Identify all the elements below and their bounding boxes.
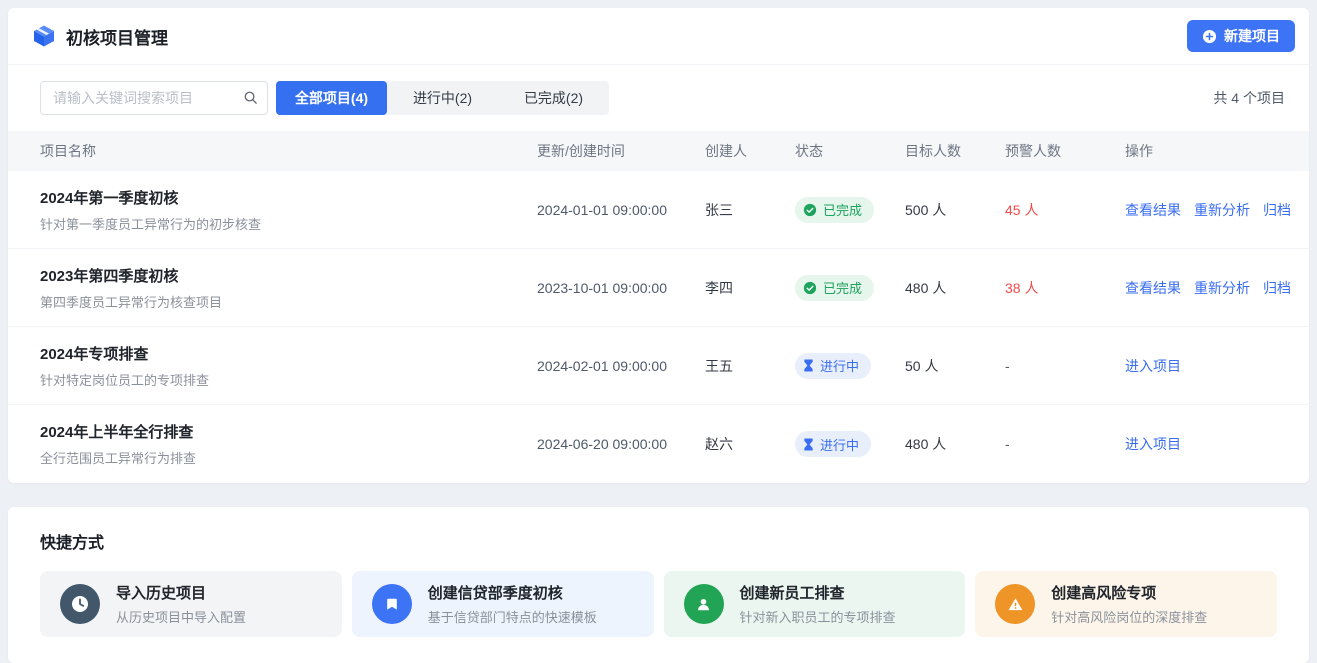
table-row: 2024年专项排查 针对特定岗位员工的专项排查 2024-02-01 09:00…	[8, 327, 1309, 405]
col-warning: 预警人数	[1005, 141, 1125, 161]
col-actions: 操作	[1125, 141, 1287, 161]
warning-count: -	[1005, 436, 1125, 452]
clock-icon	[60, 584, 100, 624]
status-label: 进行中	[820, 356, 859, 375]
shortcut-create-new-employee-check[interactable]: 创建新员工排查 针对新入职员工的专项排查	[664, 571, 966, 637]
action-reanalyze[interactable]: 重新分析	[1194, 278, 1250, 298]
action-view-results[interactable]: 查看结果	[1125, 278, 1181, 298]
new-project-button[interactable]: 新建项目	[1187, 20, 1295, 52]
col-target: 目标人数	[905, 141, 1005, 161]
project-name: 2023年第四季度初核	[40, 265, 537, 286]
shortcuts-panel: 快捷方式 导入历史项目 从历史项目中导入配置 创建信贷部季度初核	[8, 507, 1309, 663]
header-left: 初核项目管理	[32, 24, 168, 49]
project-management-panel: 初核项目管理 新建项目	[8, 8, 1309, 483]
table-row: 2023年第四季度初核 第四季度员工异常行为核查项目 2023-10-01 09…	[8, 249, 1309, 327]
target-count: 50 人	[905, 356, 1005, 376]
shortcut-title: 创建信贷部季度初核	[428, 582, 597, 603]
col-status: 状态	[795, 141, 905, 161]
table-row: 2024年上半年全行排查 全行范围员工异常行为排查 2024-06-20 09:…	[8, 405, 1309, 483]
toolbar: 全部项目(4) 进行中(2) 已完成(2) 共 4 个项目	[8, 65, 1309, 131]
project-creator: 张三	[705, 200, 795, 220]
target-count: 480 人	[905, 278, 1005, 298]
project-name: 2024年专项排查	[40, 343, 537, 364]
filter-tabs: 全部项目(4) 进行中(2) 已完成(2)	[276, 81, 609, 115]
status-badge: 进行中	[795, 353, 871, 379]
col-time: 更新/创建时间	[537, 141, 705, 161]
project-desc: 第四季度员工异常行为核查项目	[40, 292, 537, 311]
table-row: 2024年第一季度初核 针对第一季度员工异常行为的初步核查 2024-01-01…	[8, 171, 1309, 249]
project-creator: 王五	[705, 356, 795, 376]
table-header: 项目名称 更新/创建时间 创建人 状态 目标人数 预警人数 操作	[8, 131, 1309, 171]
shortcut-title: 导入历史项目	[116, 582, 246, 603]
tab-all-projects[interactable]: 全部项目(4)	[276, 81, 387, 115]
search-icon[interactable]	[243, 90, 258, 108]
shortcut-desc: 基于信贷部门特点的快速模板	[428, 607, 597, 626]
shortcut-desc: 针对新入职员工的专项排查	[740, 607, 896, 626]
status-badge: 已完成	[795, 197, 874, 223]
search-input[interactable]	[40, 81, 268, 115]
project-creator: 赵六	[705, 434, 795, 454]
shortcut-title: 创建新员工排查	[740, 582, 896, 603]
target-count: 500 人	[905, 200, 1005, 220]
plus-circle-icon	[1202, 29, 1217, 44]
check-circle-icon	[803, 281, 817, 295]
col-project-name: 项目名称	[40, 141, 537, 161]
action-archive[interactable]: 归档	[1263, 200, 1291, 220]
project-time: 2024-06-20 09:00:00	[537, 436, 705, 452]
status-label: 已完成	[823, 200, 862, 219]
warning-icon	[995, 584, 1035, 624]
hourglass-icon	[803, 359, 814, 372]
shortcuts-title: 快捷方式	[40, 529, 1277, 553]
warning-count: 45 人	[1005, 200, 1125, 220]
cube-icon	[32, 24, 56, 48]
project-name: 2024年上半年全行排查	[40, 421, 537, 442]
shortcut-grid: 导入历史项目 从历史项目中导入配置 创建信贷部季度初核 基于信贷部门特点的快速模…	[40, 571, 1277, 637]
action-enter-project[interactable]: 进入项目	[1125, 434, 1181, 454]
search-box	[40, 81, 268, 115]
status-badge: 进行中	[795, 431, 871, 457]
shortcut-desc: 从历史项目中导入配置	[116, 607, 246, 626]
page-title: 初核项目管理	[66, 24, 168, 49]
status-label: 进行中	[820, 435, 859, 454]
shortcut-import-history[interactable]: 导入历史项目 从历史项目中导入配置	[40, 571, 342, 637]
check-circle-icon	[803, 203, 817, 217]
shortcut-create-high-risk-special[interactable]: 创建高风险专项 针对高风险岗位的深度排查	[975, 571, 1277, 637]
project-time: 2024-02-01 09:00:00	[537, 358, 705, 374]
target-count: 480 人	[905, 434, 1005, 454]
new-project-label: 新建项目	[1224, 26, 1280, 46]
col-creator: 创建人	[705, 141, 795, 161]
person-icon	[684, 584, 724, 624]
project-time: 2023-10-01 09:00:00	[537, 280, 705, 296]
bookmark-icon	[372, 584, 412, 624]
hourglass-icon	[803, 438, 814, 451]
shortcut-title: 创建高风险专项	[1051, 582, 1207, 603]
project-desc: 针对特定岗位员工的专项排查	[40, 370, 537, 389]
project-name: 2024年第一季度初核	[40, 187, 537, 208]
action-view-results[interactable]: 查看结果	[1125, 200, 1181, 220]
status-badge: 已完成	[795, 275, 874, 301]
tab-in-progress[interactable]: 进行中(2)	[387, 81, 498, 115]
panel-header: 初核项目管理 新建项目	[8, 8, 1309, 65]
warning-count: 38 人	[1005, 278, 1125, 298]
action-enter-project[interactable]: 进入项目	[1125, 356, 1181, 376]
project-table: 项目名称 更新/创建时间 创建人 状态 目标人数 预警人数 操作 2024年第一…	[8, 131, 1309, 483]
total-count: 共 4 个项目	[1213, 88, 1285, 108]
tab-completed[interactable]: 已完成(2)	[498, 81, 609, 115]
project-desc: 全行范围员工异常行为排查	[40, 448, 537, 467]
warning-count: -	[1005, 358, 1125, 374]
status-label: 已完成	[823, 278, 862, 297]
project-desc: 针对第一季度员工异常行为的初步核查	[40, 214, 537, 233]
action-reanalyze[interactable]: 重新分析	[1194, 200, 1250, 220]
shortcut-desc: 针对高风险岗位的深度排查	[1051, 607, 1207, 626]
project-time: 2024-01-01 09:00:00	[537, 202, 705, 218]
project-creator: 李四	[705, 278, 795, 298]
action-archive[interactable]: 归档	[1263, 278, 1291, 298]
shortcut-create-credit-quarterly[interactable]: 创建信贷部季度初核 基于信贷部门特点的快速模板	[352, 571, 654, 637]
